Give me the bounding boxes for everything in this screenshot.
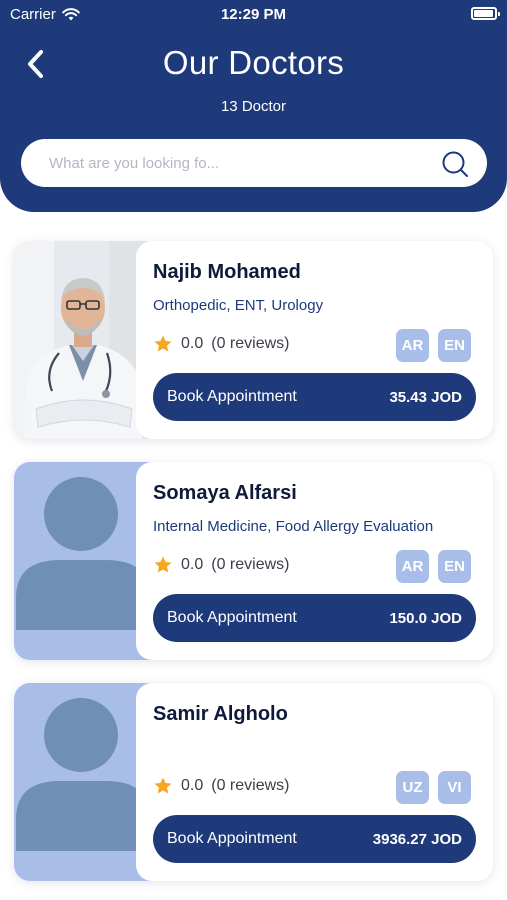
doctor-card-body: Najib Mohamed Orthopedic, ENT, Urology 0…	[136, 241, 493, 439]
page-title: Our Doctors	[162, 44, 345, 81]
language-badges: UZ VI	[396, 771, 471, 804]
language-badges: AR EN	[396, 550, 471, 583]
doctor-card[interactable]: Najib Mohamed Orthopedic, ENT, Urology 0…	[14, 241, 493, 439]
header: Carrier 12:29 PM Our Doctors 13 Doctor	[0, 0, 507, 212]
appointment-price: 3936.27 JOD	[372, 830, 462, 848]
rating-value: 0.0	[181, 335, 204, 352]
doctor-card-body: Somaya Alfarsi Internal Medicine, Food A…	[136, 462, 493, 660]
review-count: (0 reviews)	[211, 777, 290, 794]
search-bar	[21, 139, 487, 187]
doctor-name: Somaya Alfarsi	[153, 482, 297, 504]
doctor-photo	[14, 241, 152, 439]
language-badge: VI	[438, 771, 471, 804]
star-icon	[154, 556, 172, 573]
book-appointment-button[interactable]: Book Appointment 3936.27 JOD	[153, 815, 476, 863]
book-appointment-label: Book Appointment	[167, 609, 297, 626]
rating-value: 0.0	[181, 556, 204, 573]
doctor-card[interactable]: Samir Algholo 0.0 (0 reviews) UZ VI Book…	[14, 683, 493, 881]
battery-icon	[471, 7, 500, 20]
appointment-price: 35.43 JOD	[389, 388, 462, 406]
doctor-name: Samir Algholo	[153, 703, 288, 725]
doctor-rating: 0.0 (0 reviews)	[153, 334, 289, 354]
review-count: (0 reviews)	[211, 556, 290, 573]
book-appointment-label: Book Appointment	[167, 388, 297, 405]
doctor-card[interactable]: Somaya Alfarsi Internal Medicine, Food A…	[14, 462, 493, 660]
doctor-specialties: Orthopedic, ENT, Urology	[153, 297, 324, 314]
appointment-price: 150.0 JOD	[389, 609, 462, 627]
doctor-rating: 0.0 (0 reviews)	[153, 776, 289, 796]
person-silhouette-icon	[16, 698, 150, 851]
person-silhouette-icon	[16, 477, 150, 630]
doctor-rating: 0.0 (0 reviews)	[153, 555, 289, 575]
language-badge: UZ	[396, 771, 429, 804]
doctor-specialties: Internal Medicine, Food Allergy Evaluati…	[153, 518, 434, 535]
language-badge: EN	[438, 550, 471, 583]
status-bar: Carrier 12:29 PM	[0, 4, 507, 26]
doctor-card-body: Samir Algholo 0.0 (0 reviews) UZ VI Book…	[136, 683, 493, 881]
doctor-name: Najib Mohamed	[153, 261, 301, 283]
book-appointment-button[interactable]: Book Appointment 35.43 JOD	[153, 373, 476, 421]
search-input[interactable]	[49, 139, 429, 187]
star-icon	[154, 335, 172, 352]
doctor-count: 13 Doctor	[220, 98, 287, 115]
language-badges: AR EN	[396, 329, 471, 362]
status-time: 12:29 PM	[220, 6, 287, 23]
star-icon	[154, 777, 172, 794]
search-icon[interactable]	[441, 150, 469, 178]
book-appointment-button[interactable]: Book Appointment 150.0 JOD	[153, 594, 476, 642]
rating-value: 0.0	[181, 777, 204, 794]
avatar-placeholder	[14, 683, 152, 881]
review-count: (0 reviews)	[211, 335, 290, 352]
language-badge: AR	[396, 550, 429, 583]
doctor-portrait-image	[14, 241, 152, 439]
language-badge: AR	[396, 329, 429, 362]
avatar-placeholder	[14, 462, 152, 660]
language-badge: EN	[438, 329, 471, 362]
book-appointment-label: Book Appointment	[167, 830, 297, 847]
